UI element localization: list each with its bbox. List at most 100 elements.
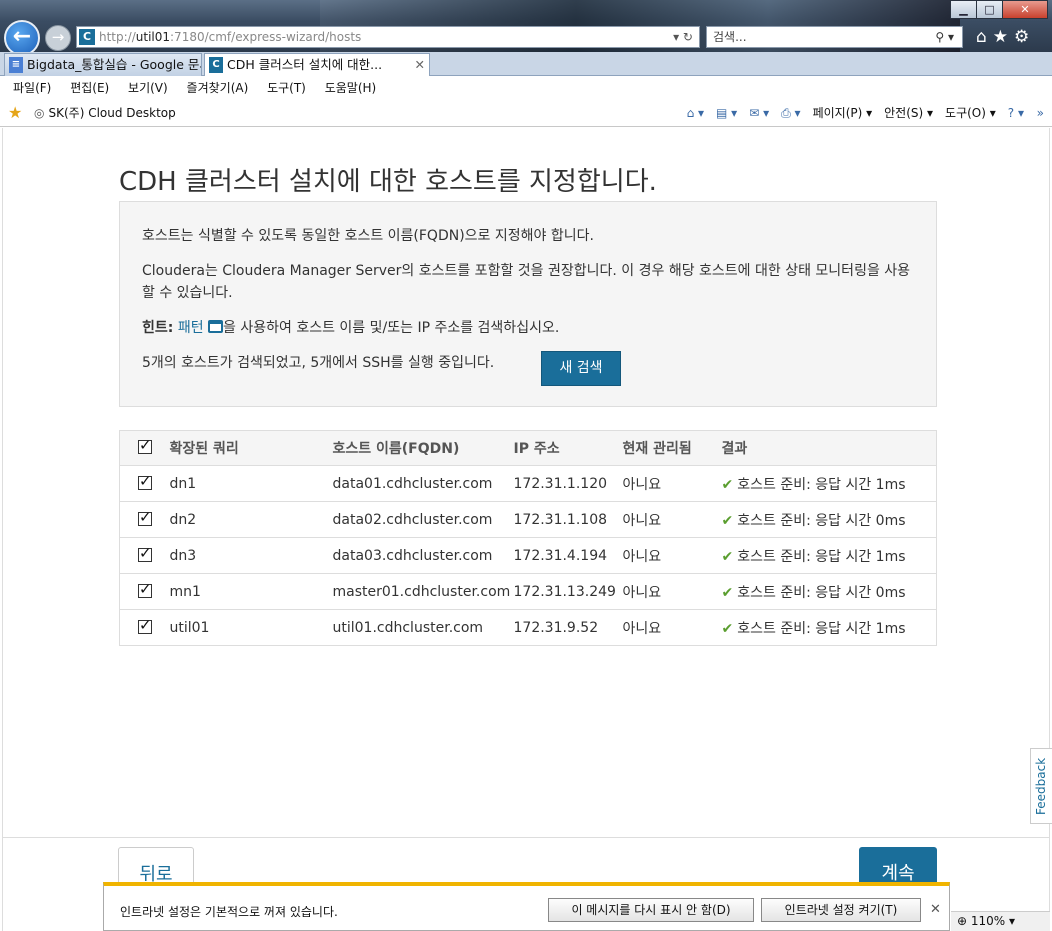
table-row: util01 util01.cdhcluster.com 172.31.9.52…: [119, 609, 937, 646]
pattern-link[interactable]: 패턴: [178, 320, 204, 336]
search-icon[interactable]: ⚲ ▾: [935, 27, 954, 47]
cloudera-favicon-icon: C: [79, 29, 95, 45]
check-icon: ✔: [721, 476, 734, 493]
url-host: util01: [135, 30, 171, 44]
row-checkbox[interactable]: [119, 465, 170, 502]
table-row: dn1 data01.cdhcluster.com 172.31.1.120 아…: [119, 465, 937, 502]
cell-ip: 172.31.4.194: [513, 537, 623, 574]
result-text: 호스트 준비: 응답 시간 0ms: [737, 512, 906, 529]
new-search-button[interactable]: 새 검색: [541, 351, 621, 386]
favorites-bar: ★ SK(주) Cloud Desktop ⌂ ▾ ▤ ▾ ✉ ▾ ⎙ ▾ 페이…: [0, 99, 1052, 127]
info-text-fqdn: 호스트는 식별할 수 있도록 동일한 호스트 이름(FQDN)으로 지정해야 합…: [142, 228, 594, 244]
cell-managed: 아니요: [622, 501, 722, 538]
tools-menu[interactable]: 도구(O) ▾: [945, 99, 996, 127]
row-checkbox[interactable]: [119, 573, 170, 610]
back-arrow-icon[interactable]: ←: [4, 20, 40, 56]
cell-ip: 172.31.1.108: [513, 501, 623, 538]
table-row: dn3 data03.cdhcluster.com 172.31.4.194 아…: [119, 537, 937, 574]
cell-fqdn: util01.cdhcluster.com: [332, 609, 514, 646]
menu-view[interactable]: 보기(V): [128, 81, 168, 95]
hint-rest: 을 사용하여 호스트 이름 및/또는 IP 주소를 검색하십시오.: [223, 320, 560, 336]
favorites-star-icon[interactable]: ★: [8, 99, 22, 127]
cell-fqdn: data01.cdhcluster.com: [332, 465, 514, 502]
cell-ip: 172.31.9.52: [513, 609, 623, 646]
menu-favorites[interactable]: 즐겨찾기(A): [187, 81, 249, 95]
header-fqdn: 호스트 이름(FQDN): [332, 430, 514, 466]
tab-strip: ≡ Bigdata_통합실습 - Google 문서 C CDH 클러스터 설치…: [0, 52, 1052, 76]
home-icon[interactable]: ⌂ ▾: [687, 99, 704, 127]
docs-icon: ≡: [9, 57, 23, 73]
cloudera-icon: C: [209, 57, 223, 73]
info-panel: 호스트는 식별할 수 있도록 동일한 호스트 이름(FQDN)으로 지정해야 합…: [119, 201, 937, 407]
zoom-level[interactable]: ⊕ 110% ▾: [951, 911, 1050, 931]
print-icon[interactable]: ⎙ ▾: [781, 99, 800, 127]
select-all-checkbox[interactable]: [119, 430, 170, 466]
safety-menu[interactable]: 안전(S) ▾: [884, 99, 933, 127]
table-row: dn2 data02.cdhcluster.com 172.31.1.108 아…: [119, 501, 937, 538]
cell-result: ✔ 호스트 준비: 응답 시간 1ms: [721, 465, 937, 502]
header-managed: 현재 관리됨: [622, 430, 722, 466]
cell-query: dn2: [169, 501, 333, 538]
tab-label: Bigdata_통합실습 - Google 문서: [27, 57, 202, 72]
mail-icon[interactable]: ✉ ▾: [749, 99, 769, 127]
result-text: 호스트 준비: 응답 시간 1ms: [737, 476, 906, 493]
cell-managed: 아니요: [622, 537, 722, 574]
table-header-row: 확장된 쿼리 호스트 이름(FQDN) IP 주소 현재 관리됨 결과: [119, 430, 937, 466]
cell-result: ✔ 호스트 준비: 응답 시간 1ms: [721, 609, 937, 646]
header-ip: IP 주소: [513, 430, 623, 466]
menu-edit[interactable]: 편집(E): [70, 81, 109, 95]
search-input[interactable]: 검색... ⚲ ▾: [706, 26, 963, 48]
search-placeholder: 검색...: [713, 30, 747, 44]
address-bar[interactable]: C http://util01:7180/cmf/express-wizard/…: [76, 26, 700, 48]
feedback-tab[interactable]: Feedback: [1030, 748, 1052, 824]
tab-google-docs[interactable]: ≡ Bigdata_통합실습 - Google 문서: [4, 53, 202, 76]
result-text: 호스트 준비: 응답 시간 1ms: [737, 548, 906, 565]
intranet-notification-bar: 인트라넷 설정은 기본적으로 꺼져 있습니다. 이 메시지를 다시 표시 안 함…: [103, 882, 950, 931]
header-result: 결과: [721, 430, 937, 466]
enable-intranet-button[interactable]: 인트라넷 설정 켜기(T): [761, 898, 921, 922]
page-title: CDH 클러스터 설치에 대한 호스트를 지정합니다.: [119, 167, 657, 197]
chevron-icon[interactable]: »: [1037, 99, 1044, 127]
tab-label: CDH 클러스터 설치에 대한...: [227, 57, 383, 72]
info-text-recommend: Cloudera는 Cloudera Manager Server의 호스트를 …: [142, 263, 911, 301]
close-notification-icon[interactable]: ✕: [930, 902, 941, 917]
row-checkbox[interactable]: [119, 501, 170, 538]
help-icon[interactable]: ? ▾: [1008, 99, 1024, 127]
cell-fqdn: data03.cdhcluster.com: [332, 537, 514, 574]
check-icon: ✔: [721, 620, 734, 637]
cell-result: ✔ 호스트 준비: 응답 시간 0ms: [721, 501, 937, 538]
check-icon: ✔: [721, 548, 734, 565]
table-row: mn1 master01.cdhcluster.com 172.31.13.24…: [119, 573, 937, 610]
forward-arrow-icon[interactable]: →: [45, 25, 71, 51]
cell-query: dn1: [169, 465, 333, 502]
check-icon: ✔: [721, 584, 734, 601]
menu-tools[interactable]: 도구(T): [267, 81, 306, 95]
menu-file[interactable]: 파일(F): [13, 81, 51, 95]
row-checkbox[interactable]: [119, 609, 170, 646]
close-window-button[interactable]: ✕: [1002, 0, 1048, 19]
minimize-button[interactable]: ▁: [950, 0, 977, 19]
home-favorites-tools-icons[interactable]: ⌂★⚙: [976, 27, 1035, 47]
cell-result: ✔ 호스트 준비: 응답 시간 0ms: [721, 573, 937, 610]
menu-help[interactable]: 도움말(H): [325, 81, 377, 95]
feed-icon[interactable]: ▤ ▾: [716, 99, 737, 127]
refresh-icon[interactable]: ▾ ↻: [673, 27, 693, 47]
row-checkbox[interactable]: [119, 537, 170, 574]
window-controls: ▁ □ ✕: [950, 0, 1048, 19]
search-status: 5개의 호스트가 검색되었고, 5개에서 SSH를 실행 중입니다.: [142, 355, 495, 371]
cell-query: util01: [169, 609, 333, 646]
header-query: 확장된 쿼리: [169, 430, 333, 466]
result-text: 호스트 준비: 응답 시간 0ms: [737, 584, 906, 601]
page-menu[interactable]: 페이지(P) ▾: [813, 99, 873, 127]
dont-show-again-button[interactable]: 이 메시지를 다시 표시 안 함(D): [548, 898, 754, 922]
zoom-value: 110%: [970, 914, 1006, 928]
check-icon: ✔: [721, 512, 734, 529]
tab-cloudera[interactable]: C CDH 클러스터 설치에 대한... ✕: [204, 53, 430, 76]
popup-window-icon[interactable]: [208, 320, 224, 333]
notification-message: 인트라넷 설정은 기본적으로 꺼져 있습니다.: [120, 905, 338, 919]
maximize-button[interactable]: □: [976, 0, 1003, 19]
cell-managed: 아니요: [622, 465, 722, 502]
close-tab-icon[interactable]: ✕: [415, 54, 425, 76]
cell-ip: 172.31.1.120: [513, 465, 623, 502]
favorite-link[interactable]: SK(주) Cloud Desktop: [34, 99, 175, 127]
